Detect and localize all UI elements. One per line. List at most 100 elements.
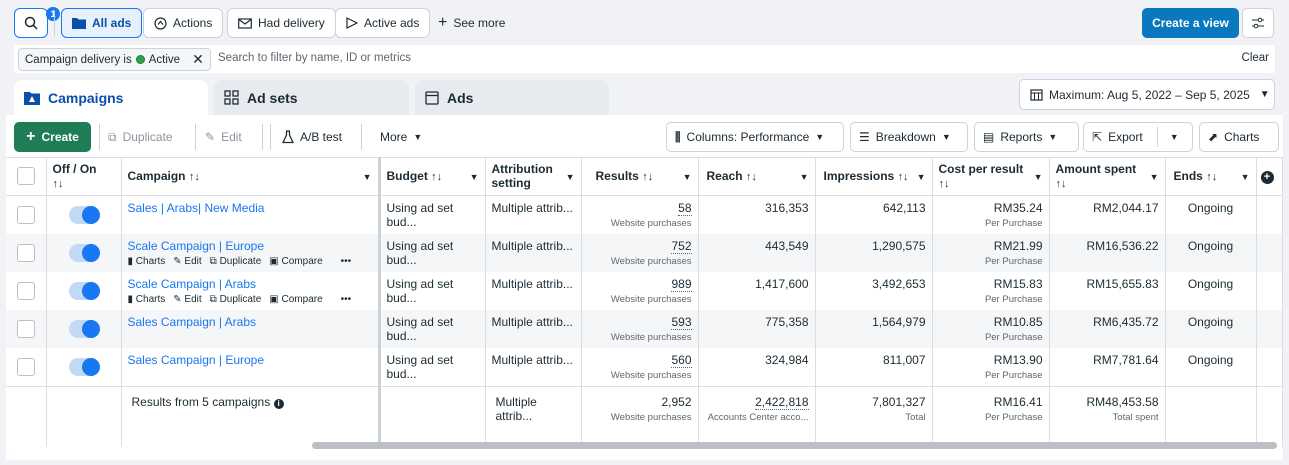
sort-icon[interactable]: ↑↓ (189, 171, 200, 183)
delivery-filter-chip[interactable]: Campaign delivery is Active ✕ (18, 48, 211, 71)
filter-active-ads[interactable]: Active ads (335, 8, 431, 38)
row-action-edit[interactable]: ✎ Edit (173, 256, 201, 267)
row-checkbox[interactable] (16, 358, 35, 376)
row-action-compare[interactable]: ▣ Compare (269, 256, 322, 267)
sort-icon[interactable]: ↑↓ (642, 171, 653, 183)
sort-icon[interactable]: ↑↓ (53, 178, 64, 190)
caret-down-icon[interactable]: ▼ (1241, 172, 1250, 182)
col-attribution[interactable]: Attribution setting ▼ (485, 157, 582, 196)
table-row[interactable]: Sales Campaign | Europe Using ad set bud.… (6, 348, 1283, 387)
row-action-duplicate[interactable]: ⧉ Duplicate (210, 294, 262, 305)
impressions-cell: 811,007 (815, 348, 933, 387)
more-button[interactable]: More ▼ (372, 122, 430, 152)
select-all-cell (6, 157, 47, 196)
sort-icon[interactable]: ↑↓ (1206, 171, 1217, 183)
row-checkbox[interactable] (16, 244, 35, 262)
sort-icon[interactable]: ↑↓ (898, 171, 909, 183)
col-ends[interactable]: Ends ↑↓ ▼ (1165, 157, 1257, 196)
col-results[interactable]: Results ↑↓ ▼ (581, 157, 699, 196)
tab-ads[interactable]: Ads (415, 80, 609, 115)
sort-icon[interactable]: ↑↓ (746, 171, 757, 183)
caret-down-icon[interactable]: ▼ (1034, 172, 1043, 182)
caret-down-icon[interactable]: ▼ (566, 172, 575, 182)
row-action-charts[interactable]: ▮ Charts (128, 294, 166, 305)
edit-button[interactable]: ✎ Edit (197, 122, 250, 152)
clear-filters-button[interactable]: Clear (1242, 52, 1269, 64)
filter-had-delivery[interactable]: Had delivery (227, 8, 336, 38)
caret-down-icon[interactable]: ▼ (470, 172, 479, 182)
col-off-on[interactable]: Off / On ↑↓ (46, 157, 122, 196)
export-button[interactable]: ⇱ Export ▼ (1083, 122, 1193, 152)
close-icon[interactable]: ✕ (192, 51, 204, 68)
table-row[interactable]: Scale Campaign | Europe ▮ Charts ✎ Edit ⧉ D… (6, 234, 1283, 272)
row-checkbox[interactable] (16, 282, 35, 300)
campaign-name-link[interactable]: Scale Campaign | Europe (128, 239, 265, 253)
search-filter-input[interactable]: Search to filter by name, ID or metrics (218, 52, 411, 64)
charts-button[interactable]: ⬈ Charts (1199, 122, 1279, 152)
bar-chart-icon: ▮ (127, 294, 134, 305)
breakdown-dropdown[interactable]: ☰ Breakdown ▼ (850, 122, 968, 152)
col-amount-spent[interactable]: Amount spent ↑↓ ▼ (1049, 157, 1166, 196)
results-value[interactable]: 58 (678, 201, 692, 216)
col-budget[interactable]: Budget ↑↓ ▼ (379, 157, 486, 196)
campaign-toggle[interactable] (68, 244, 100, 262)
add-column-icon[interactable]: + (1260, 171, 1274, 184)
campaign-name-link[interactable]: Sales | Arabs| New Media (128, 201, 265, 215)
campaign-toggle[interactable] (68, 358, 100, 376)
campaign-toggle[interactable] (68, 206, 100, 224)
filter-actions[interactable]: Actions (143, 8, 224, 38)
caret-down-icon[interactable]: ▼ (800, 172, 809, 182)
caret-down-icon[interactable]: ▼ (363, 172, 372, 182)
see-more-button[interactable]: + See more (438, 8, 505, 38)
more-options-icon[interactable]: ••• (341, 256, 352, 267)
sort-icon[interactable]: ↑↓ (1056, 178, 1067, 190)
campaign-name-link[interactable]: Scale Campaign | Arabs (128, 277, 257, 291)
duplicate-button[interactable]: ⧉ Duplicate (100, 122, 181, 152)
table-row[interactable]: Sales | Arabs| New Media Using ad set bud… (6, 195, 1283, 234)
sort-icon[interactable]: ↑↓ (431, 171, 442, 183)
results-value[interactable]: 752 (671, 239, 692, 254)
sort-icon[interactable]: ↑↓ (939, 178, 950, 190)
row-action-charts[interactable]: ▮ Charts (128, 256, 166, 267)
create-view-button[interactable]: Create a view (1142, 8, 1239, 38)
col-campaign[interactable]: Campaign ↑↓ ▼ (121, 157, 381, 196)
row-action-duplicate[interactable]: ⧉ Duplicate (210, 256, 262, 267)
row-checkbox[interactable] (16, 206, 35, 224)
filter-all-ads[interactable]: All ads (61, 8, 143, 38)
pencil-icon: ✎ (173, 294, 182, 305)
horizontal-scrollbar[interactable] (312, 442, 1277, 449)
row-action-edit[interactable]: ✎ Edit (173, 294, 201, 305)
campaign-table-panel: + Create ⧉ Duplicate ✎ Edit A/B test Mor… (6, 115, 1283, 460)
spent-cell: RM2,044.17 (1049, 195, 1166, 234)
reports-dropdown[interactable]: ▤ Reports ▼ (974, 122, 1079, 152)
row-checkbox[interactable] (16, 320, 35, 338)
table-row[interactable]: Sales Campaign | Arabs Using ad set bud..… (6, 310, 1283, 348)
col-reach[interactable]: Reach ↑↓ ▼ (698, 157, 816, 196)
campaign-name-link[interactable]: Sales Campaign | Arabs (128, 315, 257, 329)
row-action-compare[interactable]: ▣ Compare (269, 294, 322, 305)
tab-ad-sets[interactable]: Ad sets (214, 80, 409, 115)
caret-down-icon[interactable]: ▼ (683, 172, 692, 182)
tab-campaigns[interactable]: Campaigns (14, 80, 208, 115)
date-range-picker[interactable]: Maximum: Aug 5, 2022 – Sep 5, 2025 ▼ (1019, 79, 1275, 110)
col-impressions[interactable]: Impressions ↑↓ ▼ (815, 157, 933, 196)
caret-down-icon[interactable]: ▼ (1150, 172, 1159, 182)
ab-test-button[interactable]: A/B test (274, 122, 350, 152)
campaign-toggle[interactable] (68, 282, 100, 300)
more-options-icon[interactable]: ••• (341, 294, 352, 305)
info-icon[interactable]: i (273, 399, 284, 409)
breakdown-icon: ☰ (859, 130, 870, 144)
campaign-name-link[interactable]: Sales Campaign | Europe (128, 353, 265, 367)
results-value[interactable]: 989 (671, 277, 692, 292)
col-cost-per-result[interactable]: Cost per result ↑↓ ▼ (932, 157, 1050, 196)
select-all-checkbox[interactable] (16, 167, 35, 185)
create-button[interactable]: + Create (14, 122, 91, 152)
campaign-toggle[interactable] (68, 320, 100, 338)
columns-dropdown[interactable]: ⫼ Columns: Performance ▼ (666, 122, 844, 152)
table-row[interactable]: Scale Campaign | Arabs ▮ Charts ✎ Edit ⧉ Du… (6, 272, 1283, 310)
results-value[interactable]: 593 (671, 315, 692, 330)
search-button[interactable]: 1 (14, 7, 60, 38)
caret-down-icon[interactable]: ▼ (917, 172, 926, 182)
results-value[interactable]: 560 (671, 353, 692, 368)
view-settings-button[interactable] (1242, 8, 1274, 38)
